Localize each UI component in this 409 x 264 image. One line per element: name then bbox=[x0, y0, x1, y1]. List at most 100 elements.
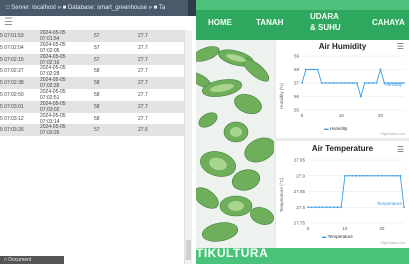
browser-tab-title[interactable]: □ Server: localhost » ■ Database: smart_… bbox=[0, 5, 165, 11]
table-row[interactable]: 5 07:02:15 2024-05-05 07:02:16 57 27.7 bbox=[0, 53, 184, 66]
hum-data-point[interactable] bbox=[352, 82, 354, 84]
cell-humidity: 57 bbox=[94, 44, 100, 51]
nav-home[interactable]: HOME bbox=[208, 18, 232, 27]
temp-data-point[interactable] bbox=[318, 206, 320, 209]
hum-data-point[interactable] bbox=[348, 82, 350, 84]
cell-id: 5 07:02:15 bbox=[0, 56, 24, 63]
temp-data-point[interactable] bbox=[380, 174, 383, 177]
hum-data-point[interactable] bbox=[375, 82, 378, 84]
temp-data-point[interactable] bbox=[340, 206, 343, 209]
temp-data-point[interactable] bbox=[336, 206, 339, 209]
nav-cahaya[interactable]: CAHAYA bbox=[372, 18, 405, 27]
hum-y-tick-label: 58 bbox=[294, 67, 300, 72]
hum-y-tick-label: 57 bbox=[294, 81, 300, 86]
humidity-chart-menu-icon[interactable]: ☰ bbox=[397, 42, 404, 51]
hum-data-point[interactable] bbox=[324, 82, 327, 84]
hum-data-point[interactable] bbox=[316, 68, 319, 71]
temp-data-point[interactable] bbox=[362, 174, 365, 177]
temp-data-point[interactable] bbox=[399, 174, 402, 177]
hum-data-point[interactable] bbox=[371, 82, 374, 84]
nav-tanah[interactable]: TANAH bbox=[256, 18, 283, 27]
temp-y-tick-label: 27.75 bbox=[294, 221, 306, 226]
cell-time: 07:03:26 bbox=[40, 130, 60, 137]
cell-humidity: 58 bbox=[94, 115, 100, 122]
taskbar-item[interactable]: □ Document bbox=[0, 256, 64, 264]
footer-brand: TIKULTURA bbox=[196, 246, 269, 260]
table-row[interactable]: 5 07:02:27 2024-05-05 07:02:28 58 27.7 bbox=[0, 65, 184, 77]
temp-data-point[interactable] bbox=[366, 174, 368, 177]
hum-data-point[interactable] bbox=[403, 82, 405, 84]
temperature-legend[interactable]: ▬ Temperature bbox=[322, 234, 353, 239]
temp-data-point[interactable] bbox=[307, 206, 309, 209]
temp-data-point[interactable] bbox=[395, 174, 398, 177]
hum-x-tick-label: 20 bbox=[378, 113, 384, 118]
hum-x-tick-label: 0 bbox=[301, 113, 304, 118]
hum-data-point[interactable] bbox=[332, 82, 335, 84]
hum-data-point[interactable] bbox=[328, 82, 331, 84]
temp-data-point[interactable] bbox=[351, 174, 354, 177]
hum-data-point[interactable] bbox=[344, 82, 347, 84]
humidity-legend[interactable]: ▬ Humidity bbox=[324, 126, 347, 131]
temp-data-point[interactable] bbox=[369, 174, 372, 177]
temp-data-point[interactable] bbox=[373, 174, 376, 177]
temp-data-point[interactable] bbox=[329, 206, 332, 209]
temp-data-point[interactable] bbox=[392, 174, 394, 177]
temp-data-point[interactable] bbox=[310, 206, 313, 209]
temp-data-point[interactable] bbox=[358, 174, 361, 177]
hum-data-point[interactable] bbox=[312, 68, 315, 71]
temp-data-point[interactable] bbox=[344, 174, 346, 177]
hum-data-point[interactable] bbox=[305, 68, 307, 71]
tab-scroll-button[interactable] bbox=[188, 0, 196, 16]
hum-data-point[interactable] bbox=[363, 82, 366, 84]
vertical-scrollbar[interactable] bbox=[184, 30, 192, 264]
temp-y-tick-label: 27.9 bbox=[296, 173, 305, 178]
temp-data-point[interactable] bbox=[388, 174, 391, 177]
temperature-chart-card: Air Temperature ☰ Temperature (°C) 27.95… bbox=[276, 141, 409, 248]
temperature-chart-menu-icon[interactable]: ☰ bbox=[397, 145, 404, 154]
humidity-chart-title: Air Humidity bbox=[318, 42, 367, 51]
temperature-legend-label: Temperature bbox=[327, 234, 353, 239]
greenhouse-app: HOME TANAH UDARA & SUHU CAHAYA Air Humid… bbox=[196, 0, 409, 264]
hum-data-point[interactable] bbox=[359, 95, 362, 98]
hum-data-point[interactable] bbox=[367, 82, 370, 84]
table-row[interactable]: 5 07:02:50 2024-05-05 07:02:51 58 27.7 bbox=[0, 89, 184, 101]
scrollbar-thumb[interactable] bbox=[186, 240, 191, 260]
temp-data-point[interactable] bbox=[377, 174, 380, 177]
temp-data-point[interactable] bbox=[355, 174, 357, 177]
hum-data-point[interactable] bbox=[336, 82, 339, 84]
hum-data-point[interactable] bbox=[308, 68, 311, 71]
humidity-credit[interactable]: Highcharts.com bbox=[381, 132, 405, 136]
db-toolbar: ☰ bbox=[0, 16, 190, 31]
temp-data-point[interactable] bbox=[332, 206, 335, 209]
temp-data-point[interactable] bbox=[314, 206, 317, 209]
cell-humidity: 57 bbox=[94, 127, 100, 134]
temp-y-tick-label: 27.95 bbox=[294, 158, 306, 163]
browser-tab-bar[interactable]: □ Server: localhost » ■ Database: smart_… bbox=[0, 0, 196, 16]
cell-temperature: 27.7 bbox=[138, 80, 148, 87]
hum-data-point[interactable] bbox=[320, 82, 323, 84]
table-row[interactable]: 5 07:03:12 2024-05-05 07:03:14 58 27.7 bbox=[0, 113, 184, 125]
data-table: 5 07:01:53 2024-05-05 07:01:54 57 27.7 5… bbox=[0, 30, 184, 136]
hum-data-point[interactable] bbox=[301, 82, 303, 84]
temperature-credit[interactable]: Highcharts.com bbox=[381, 241, 405, 245]
cell-temperature: 27.7 bbox=[138, 44, 148, 51]
table-row[interactable]: 5 07:03:26 2024-05-05 07:03:26 57 27.6 bbox=[0, 124, 184, 136]
temp-data-point[interactable] bbox=[347, 174, 350, 177]
temp-data-point[interactable] bbox=[403, 206, 405, 209]
temp-data-point[interactable] bbox=[321, 206, 324, 209]
hum-data-point[interactable] bbox=[379, 68, 382, 71]
table-row[interactable]: 5 07:01:53 2024-05-05 07:01:54 57 27.7 bbox=[0, 30, 184, 42]
cell-temperature: 27.7 bbox=[138, 68, 148, 75]
nav-udara-line2[interactable]: & SUHU bbox=[310, 23, 341, 32]
table-row[interactable]: 5 07:03:01 2024-05-05 07:03:02 58 27.7 bbox=[0, 100, 184, 113]
temp-data-point[interactable] bbox=[384, 174, 387, 177]
temp-data-point[interactable] bbox=[325, 206, 328, 209]
nav-udara-line1[interactable]: UDARA bbox=[310, 12, 339, 21]
hum-data-point[interactable] bbox=[356, 82, 358, 84]
table-row[interactable]: 5 07:02:04 2024-05-05 07:02:05 57 27.7 bbox=[0, 42, 184, 54]
table-row[interactable]: 5 07:02:38 2024-05-05 07:02:39 58 27.7 bbox=[0, 77, 184, 89]
cell-humidity: 58 bbox=[94, 103, 100, 110]
hum-data-point[interactable] bbox=[340, 82, 343, 84]
menu-icon[interactable]: ☰ bbox=[4, 18, 16, 28]
hum-x-tick-label: 10 bbox=[339, 113, 345, 118]
